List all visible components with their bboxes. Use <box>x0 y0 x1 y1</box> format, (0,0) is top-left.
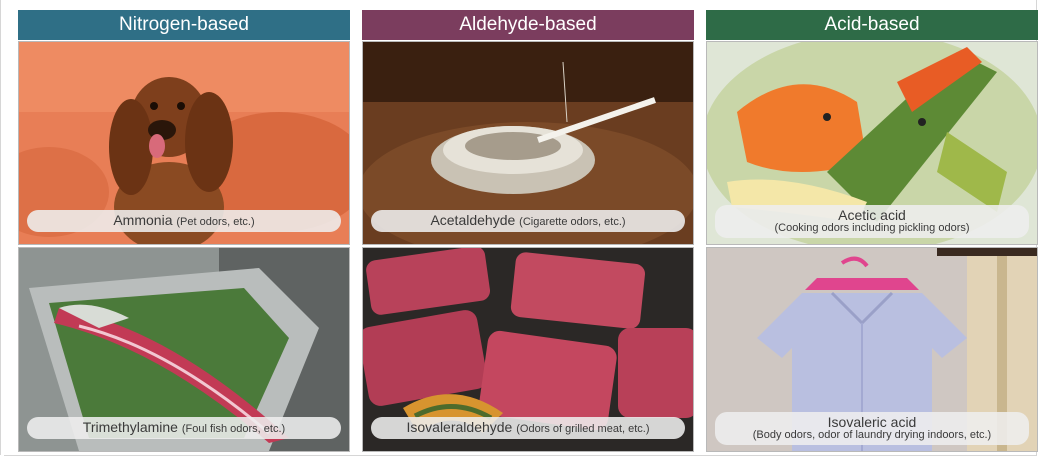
header-nitrogen-based: Nitrogen-based <box>18 10 350 40</box>
header-acid-based: Acid-based <box>706 10 1038 40</box>
label-acetaldehyde: Acetaldehyde <box>430 212 516 228</box>
label-isovaleric-acid: Isovaleric acid <box>827 414 917 430</box>
label-ammonia: Ammonia <box>113 212 173 228</box>
label-acetic-acid: Acetic acid <box>838 207 906 223</box>
tile-trimethylamine: Trimethylamine (Foul fish odors, etc.) <box>18 247 350 452</box>
label-trimethylamine: Trimethylamine <box>82 419 178 435</box>
note-acetic-acid: (Cooking odors including pickling odors) <box>774 222 970 234</box>
caption-isovaleraldehyde: Isovaleraldehyde (Odors of grilled meat,… <box>371 417 685 439</box>
frame-divider <box>0 0 1 455</box>
tile-isovaleraldehyde: Isovaleraldehyde (Odors of grilled meat,… <box>362 247 694 452</box>
column-acid-based: Acid-based Acetic acid (Cooking odors in… <box>706 10 1038 452</box>
note-isovaleraldehyde: (Odors of grilled meat, etc.) <box>516 423 650 435</box>
caption-acetic-acid: Acetic acid (Cooking odors including pic… <box>715 205 1029 238</box>
caption-trimethylamine: Trimethylamine (Foul fish odors, etc.) <box>27 417 341 439</box>
header-aldehyde-based: Aldehyde-based <box>362 10 694 40</box>
note-trimethylamine: (Foul fish odors, etc.) <box>181 423 286 435</box>
column-nitrogen-based: Nitrogen-based Ammonia (Pet odors, etc.) <box>18 10 350 452</box>
caption-isovaleric-acid: Isovaleric acid (Body odors, odor of lau… <box>715 412 1029 445</box>
tile-acetic-acid: Acetic acid (Cooking odors including pic… <box>706 41 1038 245</box>
tile-isovaleric-acid: Isovaleric acid (Body odors, odor of lau… <box>706 247 1038 452</box>
tile-acetaldehyde: Acetaldehyde (Cigarette odors, etc.) <box>362 41 694 245</box>
note-ammonia: (Pet odors, etc.) <box>176 216 255 228</box>
caption-ammonia: Ammonia (Pet odors, etc.) <box>27 210 341 232</box>
caption-acetaldehyde: Acetaldehyde (Cigarette odors, etc.) <box>371 210 685 232</box>
note-acetaldehyde: (Cigarette odors, etc.) <box>519 216 626 228</box>
tile-ammonia: Ammonia (Pet odors, etc.) <box>18 41 350 245</box>
label-isovaleraldehyde: Isovaleraldehyde <box>406 419 513 435</box>
column-aldehyde-based: Aldehyde-based Acetaldehyde (Cigarette o… <box>362 10 694 452</box>
note-isovaleric-acid: (Body odors, odor of laundry drying indo… <box>752 429 992 441</box>
